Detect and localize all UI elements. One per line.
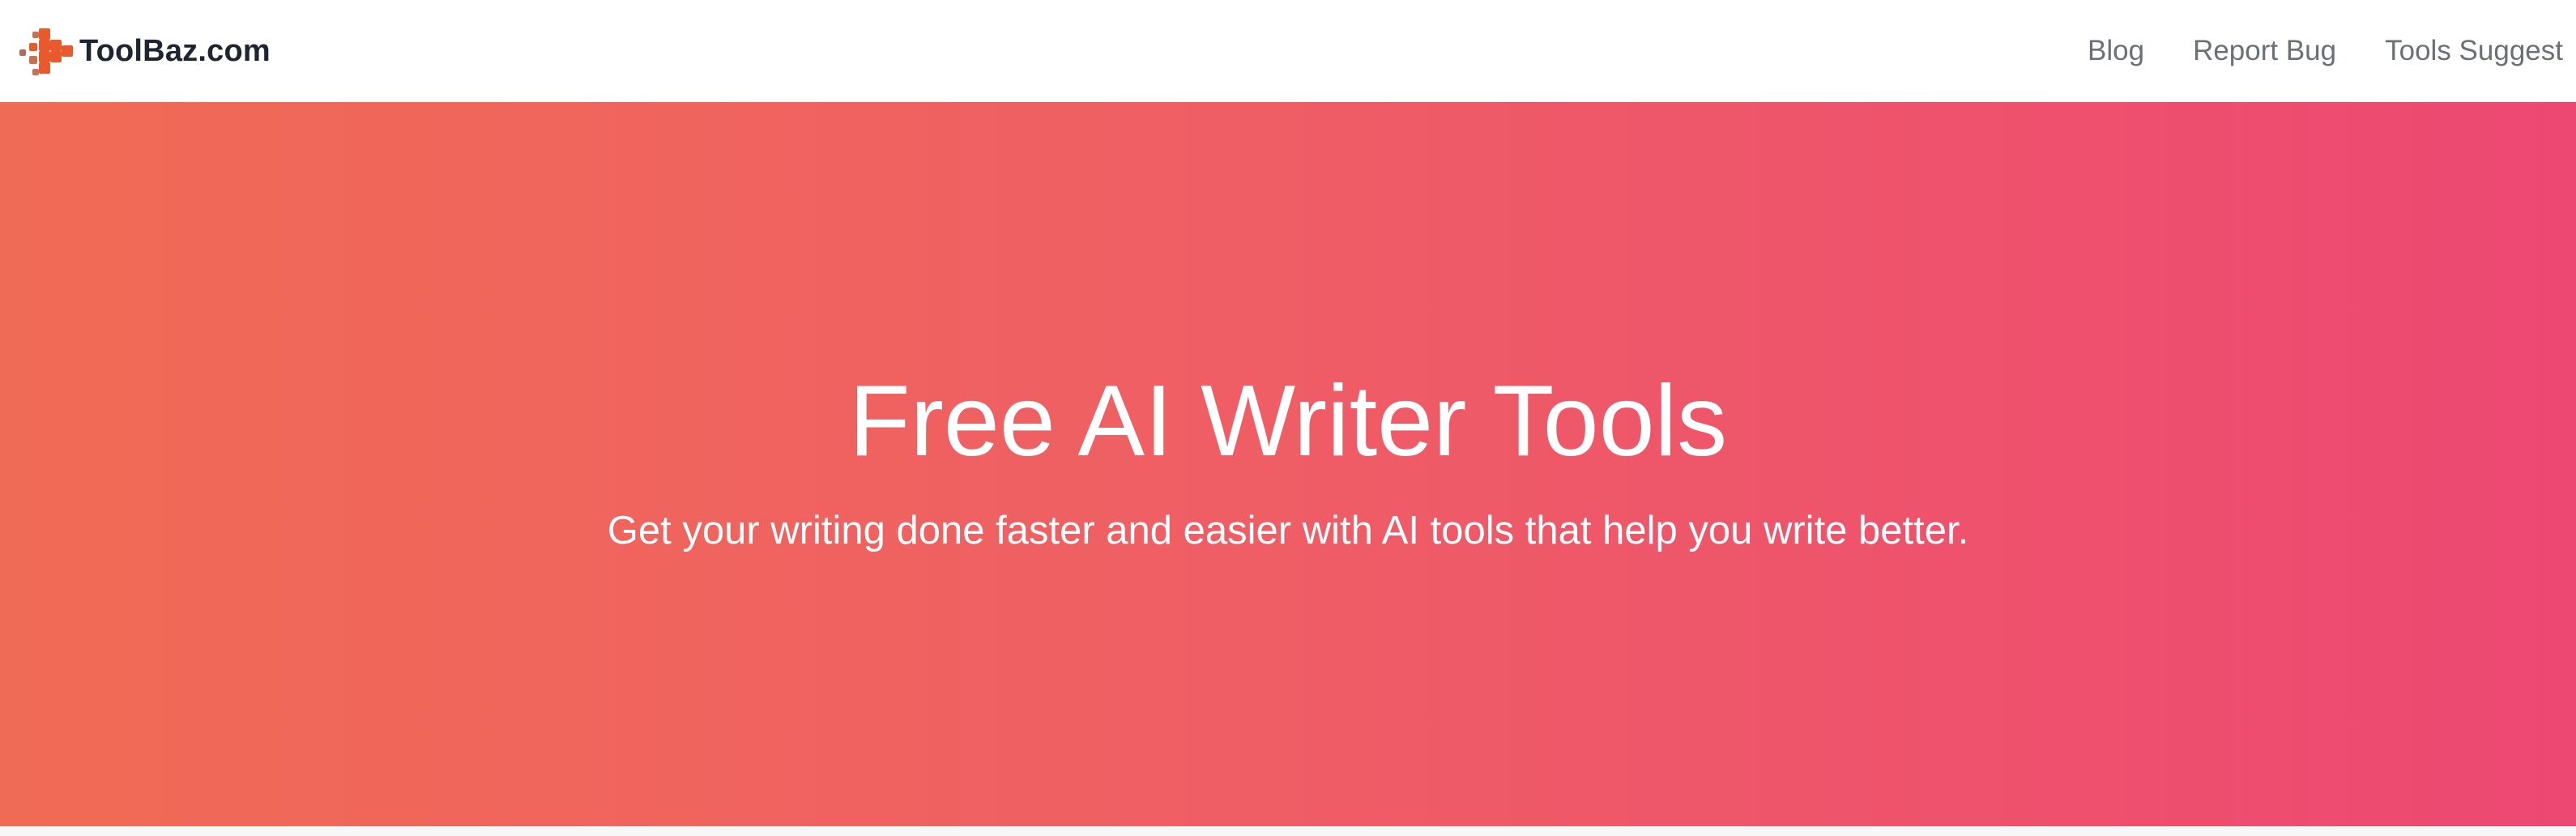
nav-link-report-bug[interactable]: Report Bug (2193, 35, 2336, 67)
brand-name: ToolBaz.com (79, 33, 271, 68)
main-nav: Blog Report Bug Tools Suggest (2039, 0, 2563, 102)
plus-pixel-logo-icon (19, 28, 73, 75)
brand-link[interactable]: ToolBaz.com (11, 0, 271, 102)
nav-link-tools-suggest[interactable]: Tools Suggest (2385, 35, 2563, 67)
hero-title: Free AI Writer Tools (848, 365, 1728, 477)
page-bottom-divider (0, 826, 2576, 836)
top-navbar: ToolBaz.com Blog Report Bug Tools Sugges… (0, 0, 2576, 102)
hero-subtitle: Get your writing done faster and easier … (607, 509, 1969, 553)
hero-banner: Free AI Writer Tools Get your writing do… (0, 102, 2576, 826)
nav-link-blog[interactable]: Blog (2088, 35, 2144, 67)
